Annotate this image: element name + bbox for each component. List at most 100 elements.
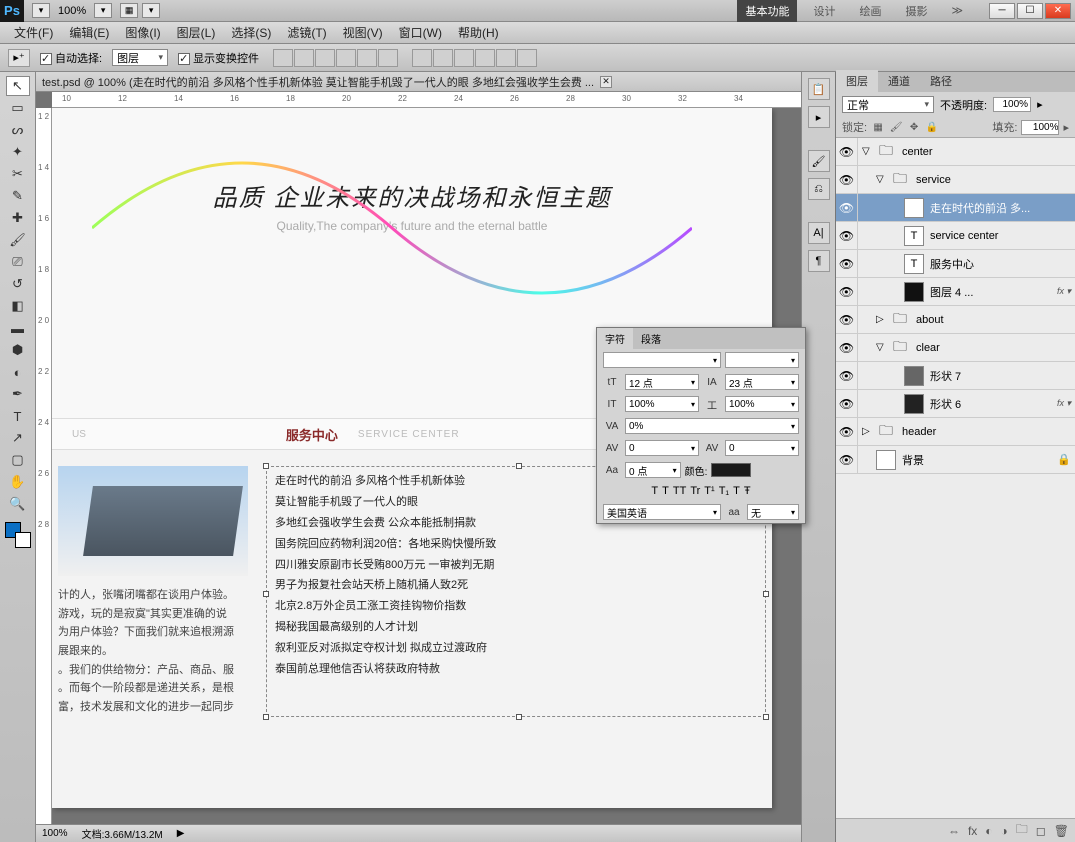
workspace-more[interactable]: ≫: [943, 1, 971, 20]
status-arrow[interactable]: ▶: [177, 828, 185, 839]
layer-row[interactable]: 👁Tservice center: [836, 222, 1075, 250]
menu-help[interactable]: 帮助(H): [450, 21, 507, 44]
menu-file[interactable]: 文件(F): [6, 21, 61, 44]
visibility-icon[interactable]: 👁: [836, 306, 858, 333]
disclosure-icon[interactable]: ▽: [876, 342, 886, 353]
type-style-btn[interactable]: T: [651, 485, 658, 497]
workspace-tab-1[interactable]: 设计: [805, 0, 843, 22]
antialiasing[interactable]: 无: [747, 504, 799, 520]
leading[interactable]: 23 点: [725, 374, 799, 390]
maximize-button[interactable]: ☐: [1017, 3, 1043, 19]
dist-1[interactable]: [412, 49, 432, 67]
blur-tool[interactable]: ⬢: [6, 340, 30, 360]
tool-preset[interactable]: ▸⁺: [8, 49, 30, 67]
group-icon[interactable]: 🗀: [1016, 820, 1028, 841]
tracking[interactable]: 0: [725, 440, 799, 456]
layers-tab[interactable]: 图层: [836, 70, 878, 92]
layer-row[interactable]: 👁▷🗀about: [836, 306, 1075, 334]
dist-6[interactable]: [517, 49, 537, 67]
healing-tool[interactable]: ✚: [6, 208, 30, 228]
layer-row[interactable]: 👁▽🗀service: [836, 166, 1075, 194]
font-size[interactable]: 12 点: [625, 374, 699, 390]
menu-layer[interactable]: 图层(L): [169, 21, 224, 44]
menu-filter[interactable]: 滤镜(T): [279, 21, 334, 44]
hscale[interactable]: 100%: [725, 396, 799, 412]
align-6[interactable]: [378, 49, 398, 67]
paths-tab[interactable]: 路径: [920, 70, 962, 92]
dist-4[interactable]: [475, 49, 495, 67]
zoom-tool[interactable]: 🔍: [6, 494, 30, 514]
align-3[interactable]: [315, 49, 335, 67]
hand-tool[interactable]: ✋: [6, 472, 30, 492]
layer-row[interactable]: 👁T服务中心: [836, 250, 1075, 278]
language[interactable]: 美国英语: [603, 504, 721, 520]
fx-icon[interactable]: fx: [968, 824, 977, 838]
link-layers-icon[interactable]: ⇔: [948, 824, 960, 838]
font-style[interactable]: [725, 352, 799, 368]
workspace-tab-0[interactable]: 基本功能: [737, 0, 797, 22]
dist-3[interactable]: [454, 49, 474, 67]
move-tool[interactable]: ↖: [6, 76, 30, 96]
adjustment-icon[interactable]: ◑: [1001, 824, 1008, 838]
layer-tree[interactable]: 👁▽🗀center👁▽🗀service👁T走在时代的前沿 多...👁Tservi…: [836, 138, 1075, 818]
type-style-btn[interactable]: TT: [673, 485, 686, 497]
align-5[interactable]: [357, 49, 377, 67]
layer-row[interactable]: 👁▷🗀header: [836, 418, 1075, 446]
visibility-icon[interactable]: 👁: [836, 194, 858, 221]
wand-tool[interactable]: ✦: [6, 142, 30, 162]
minimize-button[interactable]: ─: [989, 3, 1015, 19]
crop-tool[interactable]: ✂: [6, 164, 30, 184]
visibility-icon[interactable]: 👁: [836, 334, 858, 361]
screen-mode[interactable]: ▾: [142, 3, 160, 18]
brush-presets-icon[interactable]: 🖌: [808, 150, 830, 172]
bridge-dropdown[interactable]: ▾: [32, 3, 50, 18]
shape-tool[interactable]: ▢: [6, 450, 30, 470]
disclosure-icon[interactable]: ▷: [876, 314, 886, 325]
blend-mode[interactable]: 正常: [842, 96, 934, 113]
brush-tool[interactable]: 🖌: [6, 230, 30, 250]
gradient-tool[interactable]: ▬: [6, 318, 30, 338]
show-transform-cb[interactable]: [178, 53, 190, 65]
opacity-input[interactable]: [993, 97, 1031, 112]
visibility-icon[interactable]: 👁: [836, 362, 858, 389]
opacity-arrow[interactable]: ▸: [1037, 98, 1043, 111]
disclosure-icon[interactable]: ▽: [862, 146, 872, 157]
arrange-dropdown[interactable]: ▦: [120, 3, 138, 18]
visibility-icon[interactable]: 👁: [836, 166, 858, 193]
character-panel[interactable]: 字符 段落 tT12 点IA23 点 IT100%工100% VA0% AV0A…: [596, 327, 806, 524]
pen-tool[interactable]: ✒: [6, 384, 30, 404]
workspace-tab-3[interactable]: 摄影: [897, 0, 935, 22]
layer-row[interactable]: 👁背景🔒: [836, 446, 1075, 474]
status-zoom[interactable]: 100%: [42, 828, 68, 839]
color-swatch[interactable]: [5, 522, 31, 548]
zoom-dropdown[interactable]: ▾: [94, 3, 112, 18]
eraser-tool[interactable]: ◧: [6, 296, 30, 316]
layer-row[interactable]: 👁▽🗀clear: [836, 334, 1075, 362]
para-collapsed-icon[interactable]: ¶: [808, 250, 830, 272]
lock-transparent[interactable]: ▦: [871, 120, 885, 134]
baseline[interactable]: 0 点: [625, 462, 681, 478]
dist-2[interactable]: [433, 49, 453, 67]
channels-tab[interactable]: 通道: [878, 70, 920, 92]
actions-icon[interactable]: ▸: [808, 106, 830, 128]
visibility-icon[interactable]: 👁: [836, 222, 858, 249]
align-1[interactable]: [273, 49, 293, 67]
history-icon[interactable]: 📋: [808, 78, 830, 100]
eyedropper-tool[interactable]: ✎: [6, 186, 30, 206]
va[interactable]: 0%: [625, 418, 799, 434]
workspace-tab-2[interactable]: 绘画: [851, 0, 889, 22]
type-style-btn[interactable]: T: [733, 485, 740, 497]
type-style-btn[interactable]: T₁: [719, 485, 729, 497]
dodge-tool[interactable]: ◐: [6, 362, 30, 382]
align-2[interactable]: [294, 49, 314, 67]
type-style-btn[interactable]: T¹: [704, 485, 714, 497]
stamp-tool[interactable]: ⎚: [6, 252, 30, 272]
fill-arrow[interactable]: ▸: [1063, 121, 1069, 134]
menu-window[interactable]: 窗口(W): [391, 21, 450, 44]
text-color[interactable]: [711, 463, 751, 477]
lasso-tool[interactable]: ᔕ: [6, 120, 30, 140]
new-layer-icon[interactable]: ◻: [1036, 824, 1046, 838]
lock-paint[interactable]: 🖌: [889, 120, 903, 134]
lock-move[interactable]: ✥: [907, 120, 921, 134]
align-4[interactable]: [336, 49, 356, 67]
